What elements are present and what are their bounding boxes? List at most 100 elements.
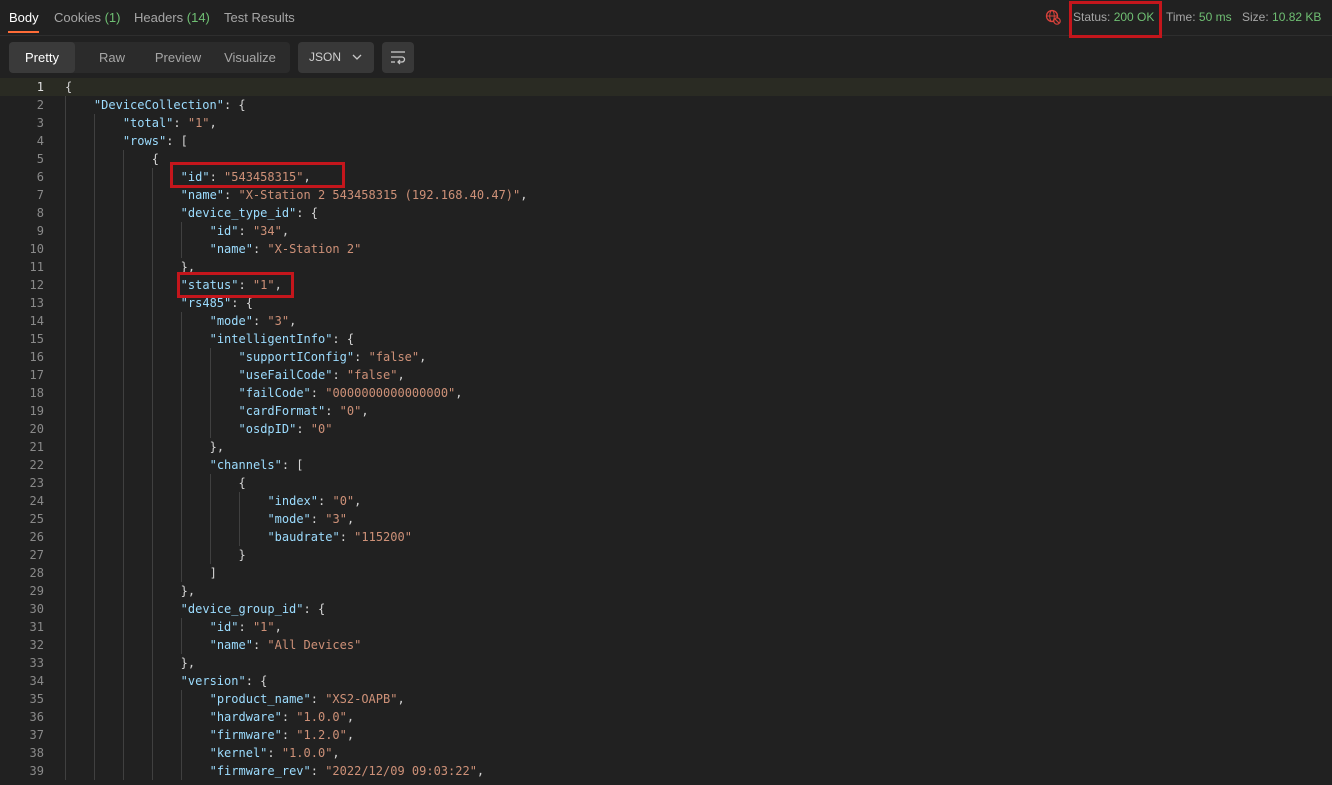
json-key: "useFailCode" <box>238 368 333 382</box>
json-string: "X-Station 2 543458315 (192.168.40.47)" <box>238 188 521 202</box>
indent-guide <box>65 330 66 348</box>
globe-error-icon[interactable] <box>1045 9 1061 25</box>
code-content: "failCode": "0000000000000000", <box>239 384 463 402</box>
view-raw-button[interactable]: Raw <box>81 42 143 73</box>
indent-guide <box>122 294 124 312</box>
indent-guide <box>93 186 95 204</box>
code-line[interactable]: 14 "mode": "3", <box>0 312 1332 330</box>
indent-guide <box>151 600 153 618</box>
line-number: 33 <box>29 656 44 670</box>
json-punctuation: : <box>173 116 188 130</box>
code-line[interactable]: 33}, <box>0 654 1332 672</box>
indent-guide <box>151 168 153 186</box>
code-line[interactable]: 17 "useFailCode": "false", <box>0 366 1332 384</box>
code-line[interactable]: 28] <box>0 564 1332 582</box>
code-line[interactable]: 30 "device_group_id": { <box>0 600 1332 618</box>
code-content: "id": "34", <box>210 222 290 240</box>
indent-guide <box>180 636 182 654</box>
json-punctuation: : { <box>231 296 253 310</box>
tab-test-results[interactable]: Test Results <box>224 10 295 25</box>
tab-headers[interactable]: Headers (14) <box>134 10 210 25</box>
line-number: 16 <box>29 350 44 364</box>
view-preview-button[interactable]: Preview <box>143 42 213 73</box>
indent-guide <box>209 384 211 402</box>
code-line[interactable]: 18 "failCode": "0000000000000000", <box>0 384 1332 402</box>
code-line[interactable]: 36 "hardware": "1.0.0", <box>0 708 1332 726</box>
code-line[interactable]: 32 "name": "All Devices" <box>0 636 1332 654</box>
code-line[interactable]: 3 "total": "1", <box>0 114 1332 132</box>
code-line[interactable]: 9 "id": "34", <box>0 222 1332 240</box>
indent-guide <box>180 618 182 636</box>
json-punctuation: , <box>476 764 485 778</box>
indent-guide <box>122 222 124 240</box>
code-line[interactable]: 29}, <box>0 582 1332 600</box>
code-line[interactable]: 21}, <box>0 438 1332 456</box>
tab-body[interactable]: Body <box>9 10 39 25</box>
view-pretty-button[interactable]: Pretty <box>9 42 75 73</box>
json-punctuation: , <box>289 314 297 328</box>
wrap-lines-button[interactable] <box>382 42 414 73</box>
indent-guide <box>65 150 66 168</box>
indent-guide <box>180 690 182 708</box>
code-line[interactable]: 10 "name": "X-Station 2" <box>0 240 1332 258</box>
code-line[interactable]: 19 "cardFormat": "0", <box>0 402 1332 420</box>
code-line[interactable]: 2 "DeviceCollection": { <box>0 96 1332 114</box>
json-punctuation: : { <box>296 206 318 220</box>
tab-cookies[interactable]: Cookies (1) <box>54 10 120 25</box>
json-key: "cardFormat" <box>238 404 326 418</box>
indent-guide <box>122 744 124 762</box>
indent-guide <box>122 600 124 618</box>
time-readout[interactable]: Time: 50 ms <box>1166 10 1232 24</box>
line-number: 24 <box>29 494 44 508</box>
code-line[interactable]: 15 "intelligentInfo": { <box>0 330 1332 348</box>
code-line[interactable]: 34 "version": { <box>0 672 1332 690</box>
json-key: "id" <box>209 224 239 238</box>
indent-guide <box>65 474 66 492</box>
code-line[interactable]: 27} <box>0 546 1332 564</box>
indent-guide <box>238 492 240 510</box>
json-key: "product_name" <box>209 692 311 706</box>
line-number: 21 <box>29 440 44 454</box>
code-line[interactable]: 24 "index": "0", <box>0 492 1332 510</box>
code-line[interactable]: 7 "name": "X-Station 2 543458315 (192.168… <box>0 186 1332 204</box>
code-line[interactable]: 35 "product_name": "XS2-OAPB", <box>0 690 1332 708</box>
indent-guide <box>65 708 66 726</box>
code-line[interactable]: 25 "mode": "3", <box>0 510 1332 528</box>
indent-guide <box>65 312 66 330</box>
indent-guide <box>93 312 95 330</box>
json-key: "mode" <box>267 512 311 526</box>
line-number: 15 <box>29 332 44 346</box>
code-line[interactable]: 22 "channels": [ <box>0 456 1332 474</box>
indent-guide <box>93 744 95 762</box>
code-line[interactable]: 8 "device_type_id": { <box>0 204 1332 222</box>
code-line[interactable]: 4 "rows": [ <box>0 132 1332 150</box>
size-readout[interactable]: Size: 10.82 KB <box>1242 10 1321 24</box>
code-line[interactable]: 1{ <box>0 78 1332 96</box>
code-content: "name": "All Devices" <box>210 636 362 654</box>
code-line[interactable]: 23 { <box>0 474 1332 492</box>
indent-guide <box>151 276 153 294</box>
indent-guide <box>122 402 124 420</box>
code-line[interactable]: 31 "id": "1", <box>0 618 1332 636</box>
json-key: "id" <box>209 620 239 634</box>
indent-guide <box>151 474 153 492</box>
code-line[interactable]: 38 "kernel": "1.0.0", <box>0 744 1332 762</box>
code-line[interactable]: 39 "firmware_rev": "2022/12/09 09:03:22", <box>0 762 1332 780</box>
json-key: "kernel" <box>209 746 268 760</box>
code-line[interactable]: 16 "supportIConfig": "false", <box>0 348 1332 366</box>
indent-guide <box>65 690 66 708</box>
indent-guide <box>151 564 153 582</box>
indent-guide <box>65 456 66 474</box>
json-punctuation: : <box>252 314 268 328</box>
code-line[interactable]: 20 "osdpID": "0" <box>0 420 1332 438</box>
json-punctuation: , <box>397 368 405 382</box>
code-line[interactable]: 37 "firmware": "1.2.0", <box>0 726 1332 744</box>
format-select[interactable]: JSON <box>298 42 374 73</box>
indent-guide <box>65 114 66 132</box>
indent-guide <box>151 744 153 762</box>
code-line[interactable]: 26 "baudrate": "115200" <box>0 528 1332 546</box>
format-select-value: JSON <box>309 50 342 64</box>
json-punctuation: , <box>274 620 282 634</box>
line-number: 4 <box>36 134 44 148</box>
view-visualize-button[interactable]: Visualize <box>215 42 285 73</box>
